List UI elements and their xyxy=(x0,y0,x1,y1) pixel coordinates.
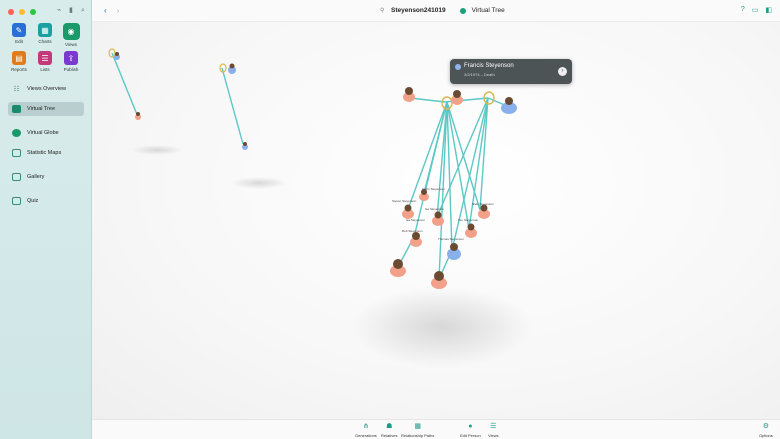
person-gender-dot xyxy=(455,64,461,70)
back-icon[interactable]: ‹ xyxy=(104,6,107,15)
shadow xyxy=(131,145,183,155)
virtual-globe-icon xyxy=(12,129,21,137)
eye-icon: ◉ xyxy=(62,23,80,40)
options-icon: ⚙ xyxy=(762,423,770,430)
svg-text:Kim Steyenson: Kim Steyenson xyxy=(458,218,479,222)
svg-text:Rob Steyenson: Rob Steyenson xyxy=(402,229,423,233)
svg-text:Isa Steyenson: Isa Steyenson xyxy=(425,207,444,211)
relatives-icon: ☗ xyxy=(386,423,393,430)
person-dates: 3/2/1974 – Death xyxy=(464,72,495,77)
svg-text:Niels Steyenson: Niels Steyenson xyxy=(472,202,494,206)
mode-reports-button[interactable]: ▤ Reports xyxy=(6,51,32,72)
search-icon[interactable]: ⌕ xyxy=(81,7,88,14)
svg-text:Thomas Steyenson: Thomas Steyenson xyxy=(438,237,464,241)
mode-views-button[interactable]: ◉ Views xyxy=(58,23,84,47)
paperclip-icon[interactable]: ⌁ xyxy=(57,7,64,14)
svg-text:Steven Steyenson: Steven Steyenson xyxy=(392,199,417,203)
charts-icon: ▦ xyxy=(38,23,52,37)
tree-links xyxy=(111,52,508,280)
document-title: Steyenson241019 xyxy=(391,7,446,14)
mode-edit-button[interactable]: ✎ Edit xyxy=(6,23,32,47)
mode-lists-button[interactable]: ☰ Lists xyxy=(32,51,58,72)
toolbar-right: ? ▭ ◧ xyxy=(741,6,772,14)
svg-text:Katrin Steyenson: Katrin Steyenson xyxy=(422,187,445,191)
views-overview-icon: ☷ xyxy=(13,86,20,93)
person-popover[interactable]: Francis Steyenson 3/2/1974 – Death › xyxy=(450,59,572,84)
sidebar-tools: ⌁ ▮ ⌕ xyxy=(57,7,88,14)
sidebar-item-gallery[interactable]: Gallery xyxy=(8,170,84,184)
mode-grid: ✎ Edit ▦ Charts ◉ Views ▤ Reports ☰ List… xyxy=(6,23,84,72)
sidebar-item-quiz[interactable]: Quiz xyxy=(8,194,84,208)
gallery-icon xyxy=(12,173,21,181)
svg-text:Isa Steyenson: Isa Steyenson xyxy=(406,218,425,222)
relationship-paths-icon: ▦ xyxy=(414,423,421,430)
history-nav: ‹ › xyxy=(104,6,119,15)
edit-person-icon: ● xyxy=(468,423,473,430)
generations-icon: ⋔ xyxy=(362,423,369,430)
pencil-icon: ✎ xyxy=(12,23,26,37)
shadow xyxy=(231,177,287,189)
options-button[interactable]: ⚙ Options xyxy=(759,423,773,438)
sidebar: ⌁ ▮ ⌕ ✎ Edit ▦ Charts ◉ Views ▤ Reports … xyxy=(0,0,92,439)
view-indicator-icon xyxy=(459,7,466,14)
views-list: ☷ Views Overview Virtual Tree Virtual Gl… xyxy=(0,82,92,214)
window-icon[interactable]: ▭ xyxy=(752,6,759,14)
sidebar-item-virtual-tree[interactable]: Virtual Tree xyxy=(8,102,84,116)
mode-charts-button[interactable]: ▦ Charts xyxy=(32,23,58,47)
minimize-window-button[interactable] xyxy=(19,9,25,15)
lists-icon: ☰ xyxy=(38,51,52,65)
virtual-tree-canvas[interactable]: Steven Steyenson Isa Steyenson Niels Ste… xyxy=(92,22,780,419)
generations-button[interactable]: ⋔ Generations xyxy=(355,423,377,438)
forward-icon[interactable]: › xyxy=(117,6,120,15)
bottom-toolbar: ⋔ Generations ☗ Relatives ▦ Relationship… xyxy=(92,419,780,439)
open-person-arrow-icon[interactable]: › xyxy=(558,67,567,76)
publish-icon: ⇪ xyxy=(64,51,78,65)
zoom-window-button[interactable] xyxy=(30,9,36,15)
relationship-paths-button[interactable]: ▦ Relationship Paths xyxy=(401,423,434,438)
current-view-label: Virtual Tree xyxy=(471,7,505,14)
sidebar-toggle-icon[interactable]: ◧ xyxy=(765,6,772,14)
help-icon[interactable]: ? xyxy=(741,6,745,14)
tree-graphic[interactable]: Steven Steyenson Isa Steyenson Niels Ste… xyxy=(92,22,780,419)
statistic-maps-icon xyxy=(12,149,21,157)
shadow xyxy=(352,287,532,367)
quiz-icon xyxy=(12,197,21,205)
person-icon: ⚲ xyxy=(380,8,385,14)
virtual-tree-icon xyxy=(12,105,21,113)
sidebar-item-views-overview[interactable]: ☷ Views Overview xyxy=(8,82,84,96)
bookmark-icon[interactable]: ▮ xyxy=(69,7,76,14)
close-window-button[interactable] xyxy=(8,9,14,15)
person-name: Francis Steyenson xyxy=(464,63,514,69)
sidebar-item-statistic-maps[interactable]: Statistic Maps xyxy=(8,146,84,160)
views-icon: ☰ xyxy=(490,423,497,430)
reports-icon: ▤ xyxy=(12,51,26,65)
relatives-button[interactable]: ☗ Relatives xyxy=(381,423,397,438)
sidebar-item-virtual-globe[interactable]: Virtual Globe xyxy=(8,126,84,140)
edit-person-button[interactable]: ● Edit Person xyxy=(460,423,481,438)
views-button[interactable]: ☰ Views xyxy=(488,423,499,438)
mode-publish-button[interactable]: ⇪ Publish xyxy=(58,51,84,72)
window-controls xyxy=(8,9,36,15)
window-title: ⚲ Steyenson241019 Virtual Tree xyxy=(380,7,505,14)
toolbar: ‹ › ⚲ Steyenson241019 Virtual Tree ? ▭ ◧ xyxy=(92,0,780,22)
